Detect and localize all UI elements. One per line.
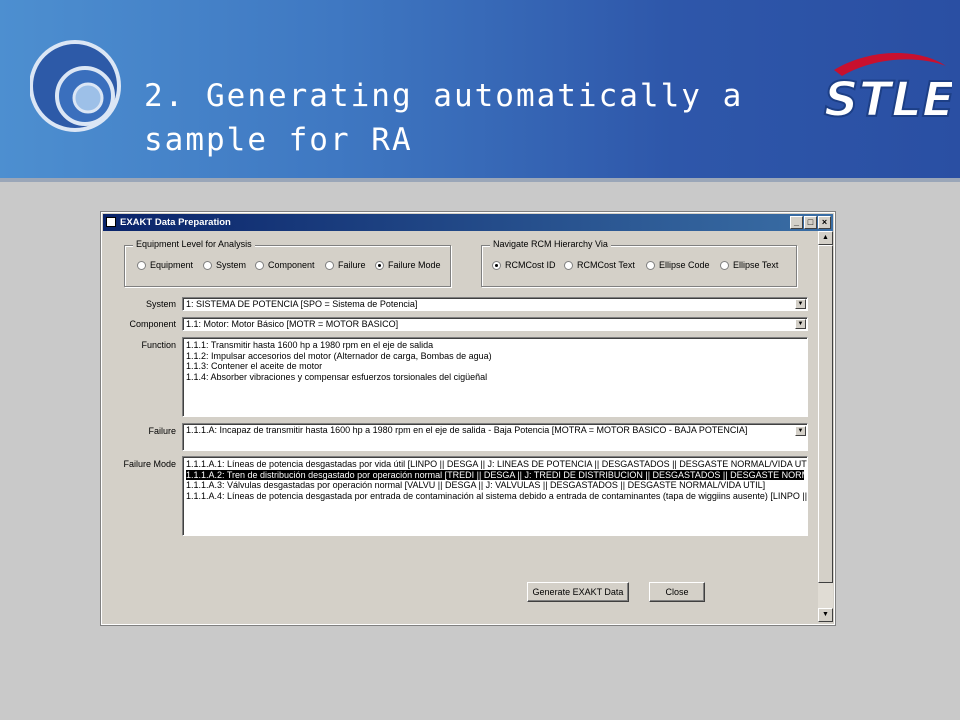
list-item[interactable]: 1.1.1.A: Incapaz de transmitir hasta 160…	[186, 425, 804, 436]
list-item[interactable]: 1.1.2: Impulsar accesorios del motor (Al…	[186, 351, 804, 362]
radio-label: Ellipse Text	[733, 260, 779, 270]
chevron-down-icon[interactable]: ▼	[795, 319, 806, 329]
radio-label: Failure Mode	[388, 260, 441, 270]
function-label: Function	[141, 340, 176, 350]
window-title: EXAKT Data Preparation	[120, 217, 231, 228]
equipment-level-group: Equipment Level for Analysis Equipment S…	[124, 239, 451, 287]
radio-system[interactable]: System	[203, 260, 246, 270]
radio-component[interactable]: Component	[255, 260, 315, 270]
navigate-rcm-group: Navigate RCM Hierarchy Via RCMCost ID RC…	[481, 239, 797, 287]
radio-rcmcost-id[interactable]: RCMCost ID	[492, 260, 556, 270]
navigate-rcm-legend: Navigate RCM Hierarchy Via	[490, 239, 611, 249]
form-icon	[106, 217, 116, 227]
generate-exakt-data-button[interactable]: Generate EXAKT Data	[527, 582, 629, 602]
minimize-button[interactable]: _	[790, 216, 803, 229]
component-combo[interactable]: 1.1: Motor: Motor Básico [MOTR = MOTOR B…	[182, 317, 808, 331]
vertical-scrollbar[interactable]: ▲ ▼	[818, 231, 833, 622]
maximize-button[interactable]: □	[804, 216, 817, 229]
radio-selected-icon	[492, 260, 501, 270]
function-listbox[interactable]: 1.1.1: Transmitir hasta 1600 hp a 1980 r…	[182, 337, 808, 417]
chevron-down-icon[interactable]: ▼	[795, 299, 806, 309]
stle-logo-text: STLE	[824, 72, 952, 128]
radio-label: RCMCost Text	[577, 260, 635, 270]
radio-equipment[interactable]: Equipment	[137, 260, 193, 270]
radio-circle-icon	[325, 260, 334, 270]
close-button[interactable]: Close	[649, 582, 705, 602]
equipment-level-legend: Equipment Level for Analysis	[133, 239, 255, 249]
banner-divider	[0, 178, 960, 182]
radio-circle-icon	[646, 260, 655, 270]
radio-label: Component	[268, 260, 315, 270]
chevron-down-icon[interactable]: ▼	[795, 426, 806, 436]
radio-circle-icon	[255, 260, 264, 270]
slide-banner: 2. Generating automatically a sample for…	[0, 0, 960, 178]
failure-label: Failure	[148, 426, 176, 436]
radio-rcmcost-text[interactable]: RCMCost Text	[564, 260, 635, 270]
radio-circle-icon	[720, 260, 729, 270]
system-value: 1: SISTEMA DE POTENCIA [SPO = Sistema de…	[186, 299, 418, 309]
radio-label: Equipment	[150, 260, 194, 270]
failure-mode-label: Failure Mode	[123, 459, 176, 469]
list-item[interactable]: 1.1.1.A.4: Líneas de potencia desgastada…	[186, 491, 807, 502]
radio-circle-icon	[203, 260, 212, 270]
radio-ellipse-code[interactable]: Ellipse Code	[646, 260, 710, 270]
window-titlebar[interactable]: EXAKT Data Preparation _ □ ×	[103, 214, 833, 231]
slide-title: 2. Generating automatically a sample for…	[144, 78, 744, 158]
radio-failure-mode[interactable]: Failure Mode	[375, 260, 441, 270]
radio-label: System	[216, 260, 247, 270]
list-item[interactable]: 1.1.1.A.1: Líneas de potencia desgastada…	[186, 459, 807, 470]
list-item[interactable]: 1.1.1: Transmitir hasta 1600 hp a 1980 r…	[186, 340, 804, 351]
radio-label: Ellipse Code	[659, 260, 710, 270]
radio-circle-icon	[137, 260, 146, 270]
radio-label: Failure	[338, 260, 366, 270]
scroll-thumb[interactable]	[818, 245, 833, 583]
scroll-down-icon[interactable]: ▼	[818, 608, 833, 622]
radio-circle-icon	[564, 260, 573, 270]
radio-ellipse-text[interactable]: Ellipse Text	[720, 260, 778, 270]
stle-logo-icon: STLE	[823, 52, 952, 129]
radio-selected-icon	[375, 260, 384, 270]
list-item[interactable]: 1.1.1.A.3: Válvulas desgastadas por oper…	[186, 480, 804, 491]
failure-listbox[interactable]: 1.1.1.A: Incapaz de transmitir hasta 160…	[182, 423, 808, 451]
failure-mode-listbox[interactable]: 1.1.1.A.1: Líneas de potencia desgastada…	[182, 456, 808, 536]
exakt-data-preparation-window: EXAKT Data Preparation _ □ × Equipment L…	[101, 212, 835, 625]
scroll-up-icon[interactable]: ▲	[818, 231, 833, 245]
component-label: Component	[129, 319, 176, 329]
radio-label: RCMCost ID	[505, 260, 556, 270]
list-item-selected[interactable]: 1.1.1.A.2: Tren de distribución desgasta…	[186, 469, 807, 480]
close-window-button[interactable]: ×	[818, 216, 831, 229]
system-combo[interactable]: 1: SISTEMA DE POTENCIA [SPO = Sistema de…	[182, 297, 808, 311]
system-label: System	[145, 299, 176, 309]
component-value: 1.1: Motor: Motor Básico [MOTR = MOTOR B…	[186, 319, 399, 329]
concentric-circles-logo-icon	[30, 40, 121, 132]
list-item[interactable]: 1.1.3: Contener el aceite de motor	[186, 361, 804, 372]
list-item[interactable]: 1.1.4: Absorber vibraciones y compensar …	[186, 372, 804, 383]
radio-failure[interactable]: Failure	[325, 260, 366, 270]
